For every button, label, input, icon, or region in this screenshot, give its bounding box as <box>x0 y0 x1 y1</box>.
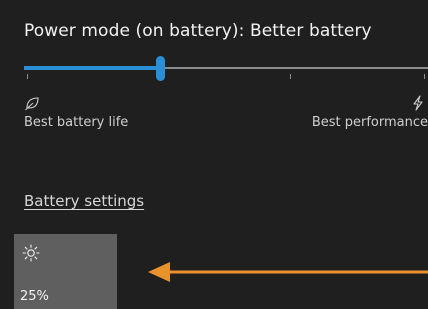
power-mode-title: Power mode (on battery): Better battery <box>24 21 372 41</box>
slider-tick <box>27 74 28 79</box>
slider-tick <box>290 74 291 79</box>
power-mode-slider[interactable] <box>24 56 428 82</box>
brightness-value: 25% <box>20 289 49 304</box>
leaf-icon <box>25 97 39 111</box>
battery-settings-link[interactable]: Battery settings <box>24 192 144 210</box>
brightness-tile[interactable]: 25% <box>14 234 117 309</box>
lightning-icon <box>413 95 423 111</box>
slider-track-fill <box>24 66 160 70</box>
arrow-left-icon <box>148 262 428 282</box>
sun-icon <box>22 244 40 262</box>
best-performance-endpoint: Best performance <box>312 95 428 130</box>
best-battery-life-endpoint: Best battery life <box>24 95 128 130</box>
quick-settings-panel: Power mode (on battery): Better battery … <box>0 0 428 309</box>
best-performance-label: Best performance <box>311 115 428 130</box>
slider-tick <box>424 74 425 79</box>
slider-thumb[interactable] <box>156 56 165 81</box>
best-battery-life-label: Best battery life <box>24 115 129 130</box>
